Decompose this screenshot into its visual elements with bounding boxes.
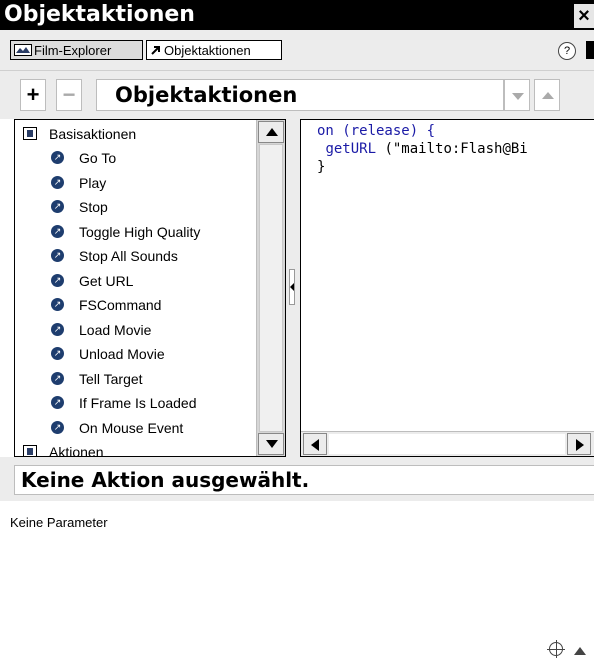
- action-icon: ↗: [51, 396, 64, 409]
- action-icon: ↗: [51, 298, 64, 311]
- action-icon: ↗: [51, 249, 64, 262]
- scroll-right-icon[interactable]: [567, 433, 591, 455]
- crosshair-icon[interactable]: [547, 640, 565, 658]
- chevron-up-icon: [542, 92, 554, 99]
- collapse-up-icon[interactable]: [574, 647, 586, 655]
- action-arrow-icon: [150, 42, 162, 62]
- remove-action-button[interactable]: −: [56, 79, 82, 111]
- tab-label: Film-Explorer: [34, 43, 112, 58]
- action-icon: ↗: [51, 371, 64, 385]
- status-message: Keine Aktion ausgewählt.: [14, 465, 594, 495]
- chevron-down-icon: [512, 93, 524, 100]
- window-title: Objektaktionen: [4, 2, 195, 27]
- tab-bar: Film-Explorer Objektaktionen ?: [0, 30, 594, 71]
- action-icon: ↗: [51, 200, 64, 213]
- parameters-text: Keine Parameter: [10, 515, 108, 530]
- script-editor[interactable]: on (release) { getURL ("mailto:Flash@Bi …: [300, 119, 594, 457]
- collapse-arrow-icon[interactable]: [289, 269, 295, 305]
- help-button[interactable]: ?: [558, 42, 576, 60]
- action-icon: ↗: [51, 151, 64, 164]
- panel-title: Objektaktionen: [96, 79, 504, 111]
- move-down-button[interactable]: [504, 79, 530, 111]
- scroll-left-icon[interactable]: [303, 433, 327, 455]
- action-icon: ↗: [51, 224, 64, 238]
- parameters-panel: Keine Parameter: [0, 501, 594, 668]
- title-bar: Objektaktionen ×: [0, 0, 594, 30]
- book-icon: [23, 127, 37, 140]
- code-hscrollbar[interactable]: [301, 431, 594, 456]
- add-action-button[interactable]: +: [20, 79, 46, 111]
- film-explorer-icon: [14, 42, 32, 62]
- scroll-thumb[interactable]: [259, 144, 283, 432]
- tab-objektaktionen[interactable]: Objektaktionen: [146, 40, 282, 60]
- action-icon: ↗: [51, 175, 64, 189]
- tab-film-explorer[interactable]: Film-Explorer: [10, 40, 143, 60]
- action-icon: ↗: [51, 347, 64, 360]
- scroll-down-icon[interactable]: [258, 433, 284, 455]
- toolbox-scrollbar[interactable]: [256, 120, 285, 456]
- book-icon: [23, 445, 37, 456]
- scroll-track[interactable]: [329, 434, 565, 454]
- panel-splitter[interactable]: [286, 119, 300, 457]
- code-text: }: [317, 159, 326, 175]
- code-keyword: getURL: [325, 141, 377, 157]
- scroll-up-icon[interactable]: [258, 121, 284, 143]
- code-text: (release) {: [333, 123, 436, 139]
- toolbar: + − Objektaktionen: [0, 71, 594, 119]
- action-icon: ↗: [51, 322, 64, 336]
- script-code[interactable]: on (release) { getURL ("mailto:Flash@Bi …: [317, 122, 528, 176]
- action-icon: ↗: [51, 420, 64, 434]
- tab-label: Objektaktionen: [164, 43, 251, 58]
- action-icon: ↗: [51, 273, 64, 287]
- close-button[interactable]: ×: [574, 4, 594, 28]
- status-bar: Keine Aktion ausgewählt.: [0, 457, 594, 501]
- action-toolbox: Basisaktionen ↗ Go To ↗ Play ↗ Stop ↗ Toggle…: [14, 119, 286, 457]
- code-keyword: on: [317, 123, 334, 139]
- panel-menu-icon[interactable]: [586, 41, 594, 59]
- move-up-button[interactable]: [534, 79, 560, 111]
- code-text: ("mailto:Flash@Bi: [376, 141, 528, 157]
